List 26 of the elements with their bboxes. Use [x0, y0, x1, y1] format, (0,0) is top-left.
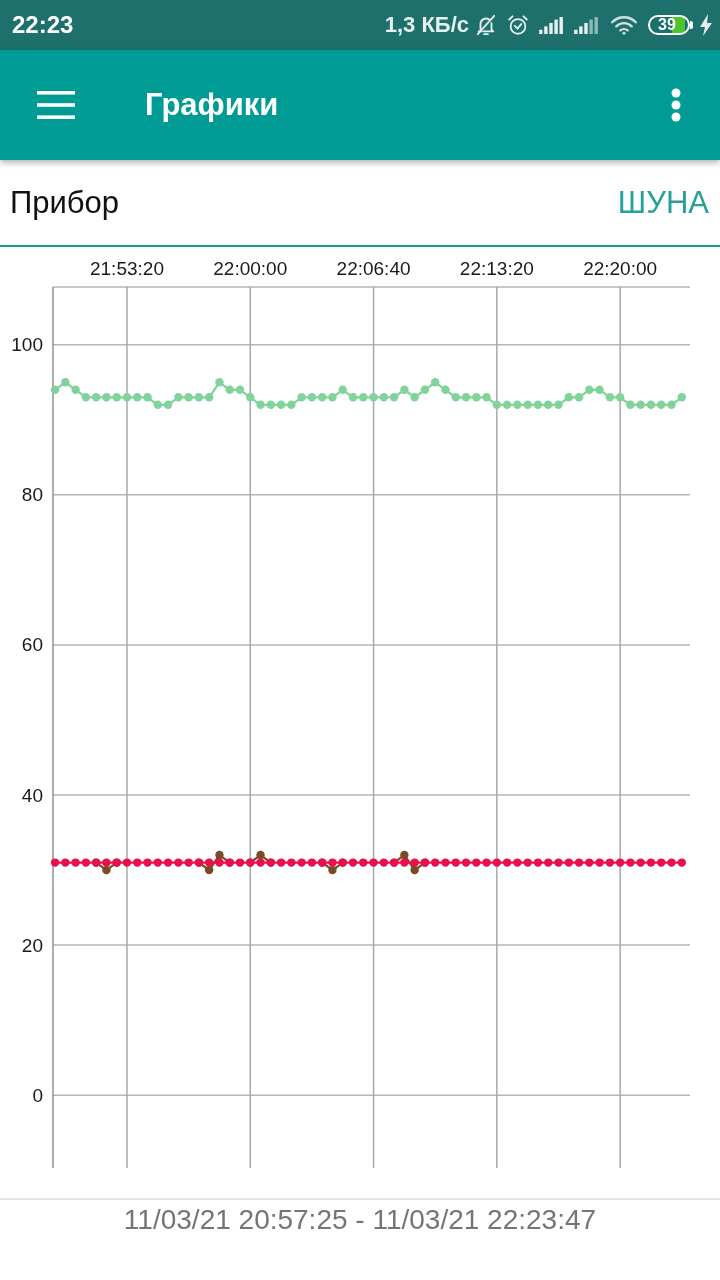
x-tick-label: 21:53:20 — [90, 257, 164, 279]
wifi-icon — [610, 15, 638, 35]
y-tick-label: 0 — [32, 1084, 43, 1106]
signal-icon — [539, 16, 563, 34]
alarm-clock-icon — [507, 14, 529, 36]
device-name: ШУНА — [617, 184, 709, 221]
y-tick-label: 20 — [21, 934, 43, 956]
status-time: 22:23 — [12, 11, 74, 39]
network-speed: 1,3 КБ/с — [384, 12, 469, 38]
x-tick-label: 22:20:00 — [583, 257, 658, 279]
menu-icon — [37, 91, 75, 119]
y-tick-label: 40 — [21, 784, 43, 806]
battery-indicator: 39 — [648, 15, 693, 35]
x-tick-label: 22:00:00 — [213, 257, 288, 279]
more-options-icon — [671, 88, 681, 122]
date-range-text: 11/03/21 20:57:25 - 11/03/21 22:23:47 — [123, 1203, 597, 1237]
x-tick-label: 22:13:20 — [459, 257, 534, 279]
bell-off-icon — [475, 14, 497, 36]
device-label: Прибор — [10, 184, 120, 221]
app-title: Графики — [145, 87, 279, 123]
y-tick-label: 100 — [11, 334, 43, 356]
signal-icon — [574, 16, 598, 34]
charging-bolt-icon — [700, 14, 712, 36]
y-tick-label: 60 — [21, 634, 43, 656]
y-tick-label: 80 — [21, 484, 43, 506]
x-tick-label: 22:06:40 — [336, 257, 411, 279]
